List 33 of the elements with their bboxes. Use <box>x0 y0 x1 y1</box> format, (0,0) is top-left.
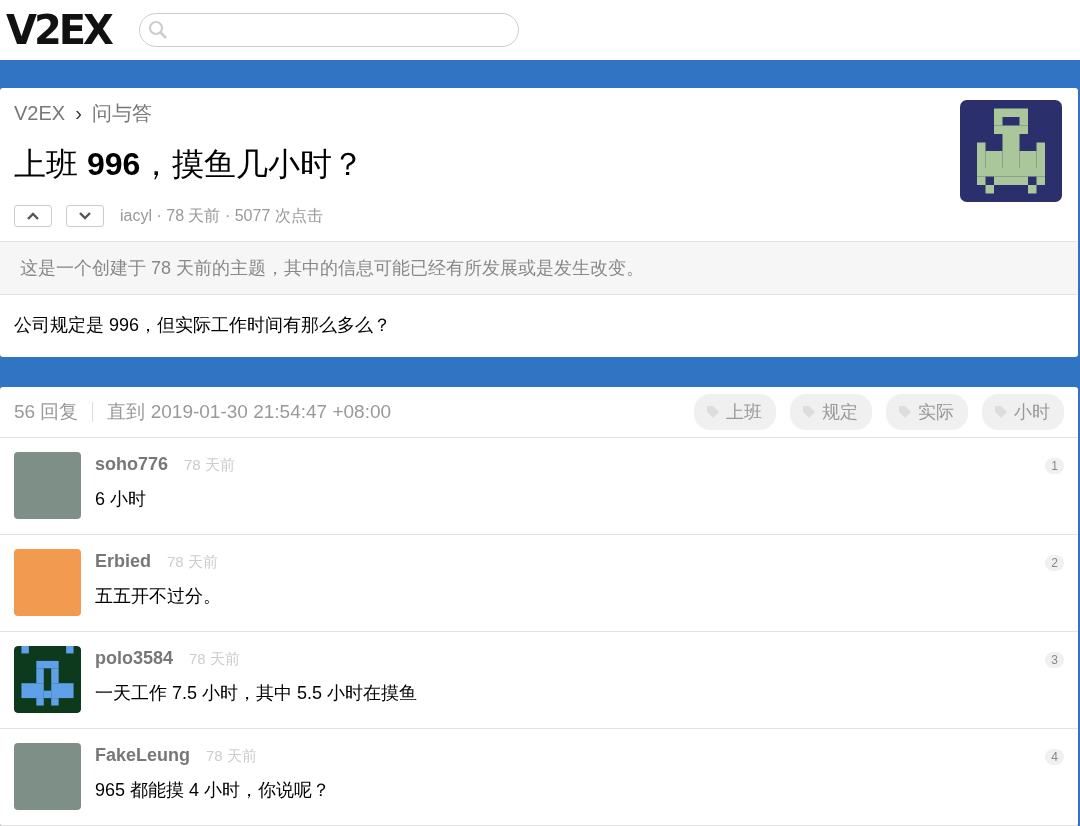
floor-number: 3 <box>1045 652 1064 668</box>
site-logo[interactable]: V2EX <box>6 7 111 53</box>
search-icon <box>147 20 168 40</box>
tag-link[interactable]: 实际 <box>886 394 968 430</box>
pixel-avatar[interactable] <box>960 100 1062 202</box>
floor-number: 2 <box>1045 555 1064 571</box>
tag-link[interactable]: 小时 <box>982 394 1064 430</box>
floor-number: 4 <box>1045 749 1064 765</box>
chevron-down-icon <box>79 212 91 220</box>
floor-number: 1 <box>1045 458 1064 474</box>
reply-text: 6 小时 <box>95 488 147 511</box>
downvote-button[interactable] <box>66 205 104 227</box>
topic-meta: iacyl · 78 天前 · 5077 次点击 <box>120 205 323 226</box>
username-link[interactable]: polo3584 <box>95 648 174 669</box>
username-link[interactable]: FakeLeung <box>95 745 191 766</box>
username-link[interactable]: soho776 <box>95 454 169 475</box>
topic-title: 上班 996，摸鱼几小时？ <box>14 145 365 184</box>
topic-content: 公司规定是 996，但实际工作时间有那么多么？ <box>13 314 393 337</box>
username-link[interactable]: Erbied <box>95 551 151 572</box>
reply-text: 965 都能摸 4 小时，你说呢？ <box>95 779 332 802</box>
chevron-up-icon <box>27 212 39 220</box>
breadcrumb-link[interactable]: 问与答 <box>91 100 152 127</box>
pixel-avatar[interactable] <box>14 646 81 713</box>
notice-banner: 这是一个创建于 78 天前的主题，其中的信息可能已经有所发展或是发生改变。 <box>0 241 1078 295</box>
last-reply-time: 直到 2019-01-30 21:54:47 +08:00 <box>107 400 392 424</box>
reply-count: 56 回复 <box>14 400 79 424</box>
reply-text: 五五开不过分。 <box>95 585 222 608</box>
tag-link[interactable]: 规定 <box>790 394 872 430</box>
reply-text: 一天工作 7.5 小时，其中 5.5 小时在摸鱼 <box>95 682 419 705</box>
tag-link[interactable]: 上班 <box>694 394 776 430</box>
breadcrumb-link[interactable]: V2EX <box>14 102 66 125</box>
breadcrumb-separator: › <box>75 102 82 125</box>
upvote-button[interactable] <box>14 205 52 227</box>
